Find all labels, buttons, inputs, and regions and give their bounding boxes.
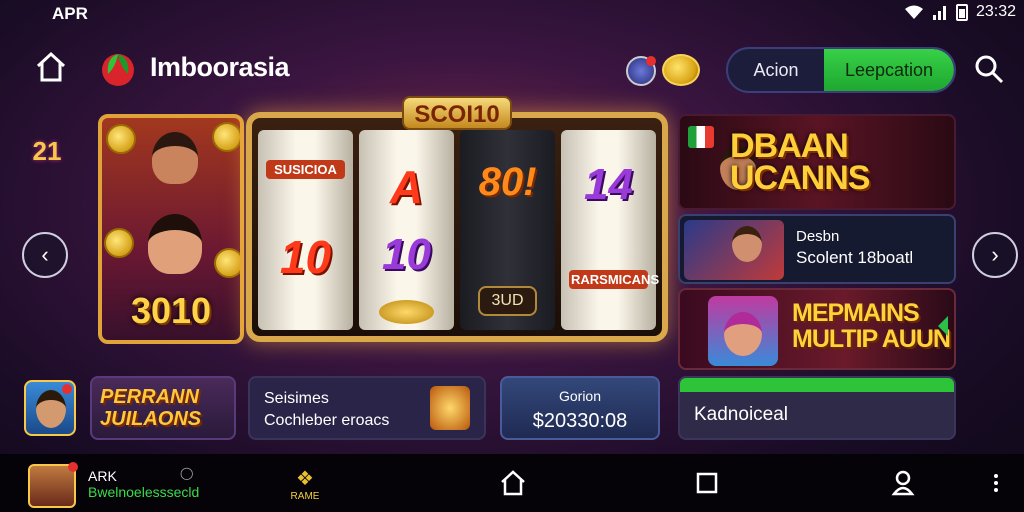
casino-tile[interactable]: Kadnoiceal xyxy=(678,376,956,440)
bottom-tiles: PERRANN JUILAONS Seisimes Cochleber eroa… xyxy=(0,376,1024,442)
balance-label: Gorion xyxy=(558,388,602,404)
carousel-prev-button[interactable]: ‹ xyxy=(22,232,68,278)
status-icons: 23:32 xyxy=(904,3,1016,21)
side-promo-left[interactable]: 21 xyxy=(22,136,72,184)
balance-tile[interactable]: Gorion $20330:08 xyxy=(500,376,660,440)
side-promo-right[interactable] xyxy=(982,130,1024,189)
games-icon: ❖ xyxy=(296,468,314,490)
reel-symbol: A xyxy=(389,161,424,213)
slot-machine[interactable]: SUSICIOA 10 A 10 80! 3UD 14 RARSMICANS xyxy=(246,112,668,342)
mode-toggle[interactable]: Acion Leepcation xyxy=(726,47,956,93)
nav-games-button[interactable]: ❖ RAME xyxy=(280,466,330,502)
battery-icon xyxy=(955,4,968,21)
jackpot-amount: 3010 xyxy=(130,290,212,331)
avatar-image xyxy=(36,390,66,428)
hero-jackpot-card[interactable]: 3010 xyxy=(98,114,244,344)
session-line1: Seisimes xyxy=(264,390,329,407)
info-icon[interactable]: ◯ xyxy=(180,466,196,482)
casino-label: Kadnoiceal xyxy=(694,404,789,425)
coin-icon xyxy=(212,122,240,152)
carousel-next-button[interactable]: › xyxy=(972,232,1018,278)
app-header: Imboorasia Acion Leepcation xyxy=(0,40,1024,96)
notification-dot xyxy=(62,384,72,394)
reel-symbol: 10 xyxy=(382,230,431,279)
system-recents-icon[interactable] xyxy=(692,468,722,498)
character-male-image xyxy=(152,132,198,184)
promo-banner-bottom[interactable]: MEPMAINS MULTIP AUUN xyxy=(678,288,956,370)
session-tile[interactable]: Seisimes Cochleber eroacs xyxy=(248,376,486,440)
coin-icon xyxy=(104,228,134,258)
promo-title: DBAAN UCANNS xyxy=(730,127,870,197)
notification-dot xyxy=(646,56,656,66)
brand-name: Imboorasia xyxy=(150,52,290,82)
info-thumbnail xyxy=(684,220,784,280)
flag-icon xyxy=(688,126,714,148)
signal-icon xyxy=(932,6,946,20)
toggle-option-action[interactable]: Acion xyxy=(728,49,824,91)
system-home-icon[interactable] xyxy=(498,468,528,498)
reel-symbol: RARSMICANS xyxy=(569,270,660,289)
user-avatar[interactable] xyxy=(24,380,76,436)
coin-pile-icon xyxy=(379,300,434,324)
promo-title: MEPMAINS MULTIP AUUN xyxy=(792,299,951,353)
game-icon xyxy=(430,386,470,430)
character-image xyxy=(724,312,762,356)
chevron-right-icon: › xyxy=(991,242,999,267)
reel-symbol: 14 xyxy=(584,160,633,209)
more-options-icon[interactable] xyxy=(986,468,1006,498)
search-icon[interactable] xyxy=(972,52,1006,86)
reel-symbol: SUSICIOA xyxy=(266,160,345,179)
coin-icon xyxy=(214,248,240,278)
reel-bet-label[interactable]: 3UD xyxy=(478,286,537,316)
coins-icon[interactable] xyxy=(662,54,700,86)
notification-dot xyxy=(68,462,78,472)
status-bar: APR 23:32 xyxy=(0,0,1024,26)
info-line2: Scolent 18boatl xyxy=(796,248,914,267)
info-card[interactable]: Desbn Scolent 18boatl xyxy=(678,214,956,284)
character-image xyxy=(732,226,762,262)
brand-logo xyxy=(102,54,134,86)
slot-reels: SUSICIOA 10 A 10 80! 3UD 14 RARSMICANS xyxy=(258,130,660,330)
reel-symbol: 10 xyxy=(279,231,332,283)
session-line2: Cochleber eroacs xyxy=(264,412,390,429)
promo-thumbnail xyxy=(708,296,778,366)
promo-banner-top[interactable]: DBAAN UCANNS xyxy=(678,114,956,210)
nav-games-label: RAME xyxy=(290,491,320,502)
reel-symbol: 80! xyxy=(478,160,537,204)
balance-value: $20330:08 xyxy=(532,410,628,432)
info-line1: Desbn xyxy=(796,228,840,245)
bottom-nav-bar: ARK Bwelnoelesssecld ◯ ❖ RAME xyxy=(0,454,1024,512)
user-profile-icon[interactable] xyxy=(888,468,918,498)
reel-4: 14 RARSMICANS xyxy=(561,130,660,330)
clock: 23:32 xyxy=(975,3,1016,20)
toggle-option-location[interactable]: Leepcation xyxy=(824,49,954,91)
promo-tile[interactable]: PERRANN JUILAONS xyxy=(90,376,236,440)
coin-icon xyxy=(106,124,136,154)
chevron-left-icon: ‹ xyxy=(41,242,49,267)
reel-1: SUSICIOA 10 xyxy=(258,130,353,330)
wifi-icon xyxy=(904,5,923,19)
promo-tile-text: PERRANN JUILAONS xyxy=(100,386,202,430)
notifications-chip-icon[interactable] xyxy=(626,56,656,86)
reel-2: A 10 xyxy=(359,130,454,330)
nav-user-sub: Bwelnoelesssecld xyxy=(88,484,200,500)
slot-title-badge: SCOI10 xyxy=(402,96,512,130)
home-icon[interactable] xyxy=(34,50,68,84)
casino-progress-bar xyxy=(680,378,954,392)
carrier-label: APR xyxy=(52,4,88,23)
character-female-image xyxy=(148,214,202,274)
reel-3: 80! 3UD xyxy=(460,130,555,330)
nav-avatar[interactable] xyxy=(28,462,78,508)
